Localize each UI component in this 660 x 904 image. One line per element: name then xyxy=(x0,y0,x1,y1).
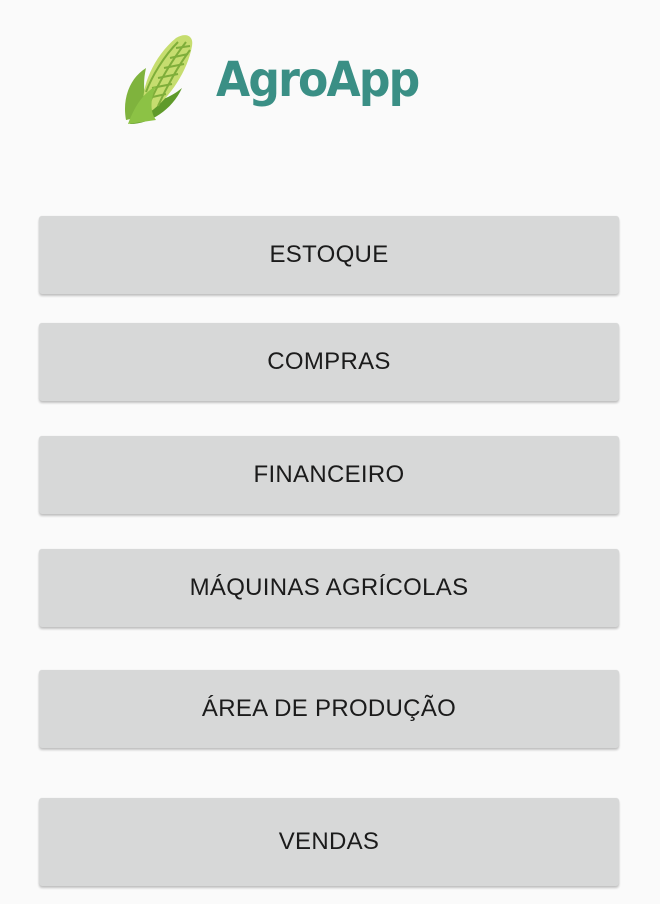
financeiro-button[interactable]: FINANCEIRO xyxy=(39,436,619,514)
app-title: AgroApp xyxy=(216,52,420,108)
maquinas-agricolas-button[interactable]: MÁQUINAS AGRÍCOLAS xyxy=(39,549,619,627)
home-screen: AgroApp ESTOQUE COMPRAS FINANCEIRO MÁQUI… xyxy=(0,0,660,904)
app-logo: AgroApp xyxy=(120,28,420,128)
corn-icon xyxy=(124,35,193,124)
estoque-button[interactable]: ESTOQUE xyxy=(39,216,619,294)
area-de-producao-button[interactable]: ÁREA DE PRODUÇÃO xyxy=(39,670,619,748)
vendas-button[interactable]: VENDAS xyxy=(39,798,619,886)
compras-button[interactable]: COMPRAS xyxy=(39,323,619,401)
